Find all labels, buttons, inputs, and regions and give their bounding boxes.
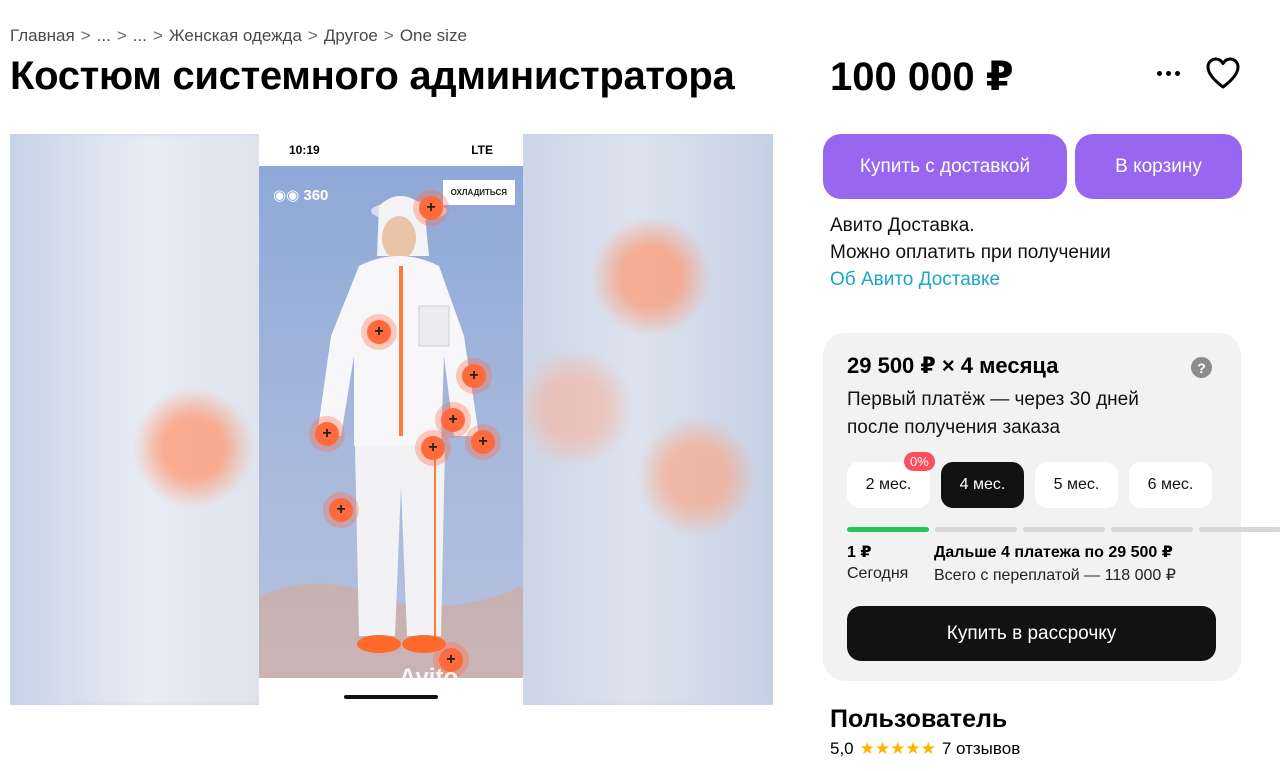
hotspot-plus-icon[interactable]: +	[441, 408, 465, 432]
product-gallery[interactable]: 10:19 LTE ◉◉ 360 ОХЛАДИТЬСЯ + + + + + + …	[10, 134, 773, 705]
add-to-cart-button[interactable]: В корзину	[1075, 134, 1242, 199]
star-icons: ★★★★★	[859, 739, 936, 758]
phone-home-indicator	[344, 695, 438, 699]
breadcrumb-ellipsis-1[interactable]: ...	[97, 26, 111, 46]
zero-percent-badge: 0%	[904, 452, 935, 471]
heart-icon[interactable]	[1205, 56, 1241, 90]
reviews-link[interactable]: 7 отзывов	[942, 739, 1020, 759]
breadcrumb-home[interactable]: Главная	[10, 26, 75, 46]
hotspot-plus-icon[interactable]: +	[471, 430, 495, 454]
today-label: Сегодня	[847, 565, 909, 582]
total-with-overpayment: Всего с переплатой — 118 000 ₽	[934, 567, 1176, 584]
term-option-4[interactable]: 4 мес.	[941, 462, 1024, 508]
breadcrumb-separator: >	[80, 26, 91, 45]
product-photo[interactable]: 10:19 LTE ◉◉ 360 ОХЛАДИТЬСЯ + + + + + + …	[259, 134, 523, 705]
payment-progress	[847, 527, 1280, 532]
progress-segment	[1023, 527, 1105, 532]
hotspot-plus-icon[interactable]: +	[462, 364, 486, 388]
question-icon[interactable]: ?	[1191, 357, 1212, 378]
avito-watermark: Avito	[399, 664, 459, 691]
logo-text: 360	[303, 187, 329, 204]
more-dots-icon[interactable]	[1150, 60, 1186, 86]
installment-description: Первый платёж — через 30 дней после полу…	[847, 389, 1139, 438]
progress-segment	[847, 527, 929, 532]
cool-down-button[interactable]: ОХЛАДИТЬСЯ	[442, 180, 515, 205]
breadcrumb-separator: >	[307, 26, 318, 45]
hotspot-plus-icon[interactable]: +	[419, 196, 443, 220]
hotspot-plus-icon[interactable]: +	[315, 422, 339, 446]
about-delivery-link[interactable]: Об Авито Доставке	[830, 269, 1000, 291]
delivery-payment-info: Можно оплатить при получении	[830, 242, 1111, 263]
person-in-suit-illustration	[259, 196, 523, 678]
breadcrumb-separator: >	[116, 26, 127, 45]
breadcrumb-separator: >	[152, 26, 163, 45]
term-option-5[interactable]: 5 мес.	[1035, 462, 1118, 508]
breadcrumb: Главная > ... > ... > Женская одежда > Д…	[10, 26, 467, 46]
term-option-6[interactable]: 6 мес.	[1129, 462, 1212, 508]
page-title: Костюм системного администратора	[10, 54, 735, 98]
hotspot-plus-icon[interactable]: +	[329, 498, 353, 522]
progress-segment	[1111, 527, 1193, 532]
delivery-info: Авито Доставка.	[830, 215, 975, 236]
installment-title: 29 500 ₽ × 4 месяца	[847, 353, 1059, 378]
yandex-360-logo: ◉◉ 360	[273, 187, 329, 204]
price: 100 000 ₽	[830, 55, 1014, 99]
hotspot-plus-icon[interactable]: +	[421, 436, 445, 460]
installment-term-selector: 2 мес. 4 мес. 5 мес. 6 мес.	[847, 462, 1212, 508]
breadcrumb-separator: >	[383, 26, 394, 45]
hotspot-plus-icon[interactable]: +	[367, 320, 391, 344]
breadcrumb-one-size[interactable]: One size	[400, 26, 467, 46]
breadcrumb-womens-clothing[interactable]: Женская одежда	[169, 26, 302, 46]
progress-segment	[1199, 527, 1280, 532]
status-network: LTE	[471, 143, 493, 157]
buy-with-delivery-button[interactable]: Купить с доставкой	[823, 134, 1067, 199]
status-time: 10:19	[289, 143, 320, 157]
progress-segment	[935, 527, 1017, 532]
phone-screen: ◉◉ 360 ОХЛАДИТЬСЯ + + + + + + + + +	[259, 166, 523, 678]
rating-value: 5,0	[830, 739, 854, 758]
breadcrumb-ellipsis-2[interactable]: ...	[133, 26, 147, 46]
buy-installment-button[interactable]: Купить в рассрочку	[847, 606, 1216, 661]
remaining-payments: Дальше 4 платежа по 29 500 ₽	[934, 544, 1173, 561]
phone-status-bar: 10:19 LTE	[259, 134, 523, 166]
seller-name[interactable]: Пользователь	[830, 705, 1007, 734]
today-amount: 1 ₽	[847, 544, 872, 561]
breadcrumb-other[interactable]: Другое	[324, 26, 378, 46]
seller-rating: 5,0 ★★★★★ 7 отзывов	[830, 739, 1020, 759]
installment-card: 29 500 ₽ × 4 месяца ? Первый платёж — че…	[823, 333, 1280, 681]
